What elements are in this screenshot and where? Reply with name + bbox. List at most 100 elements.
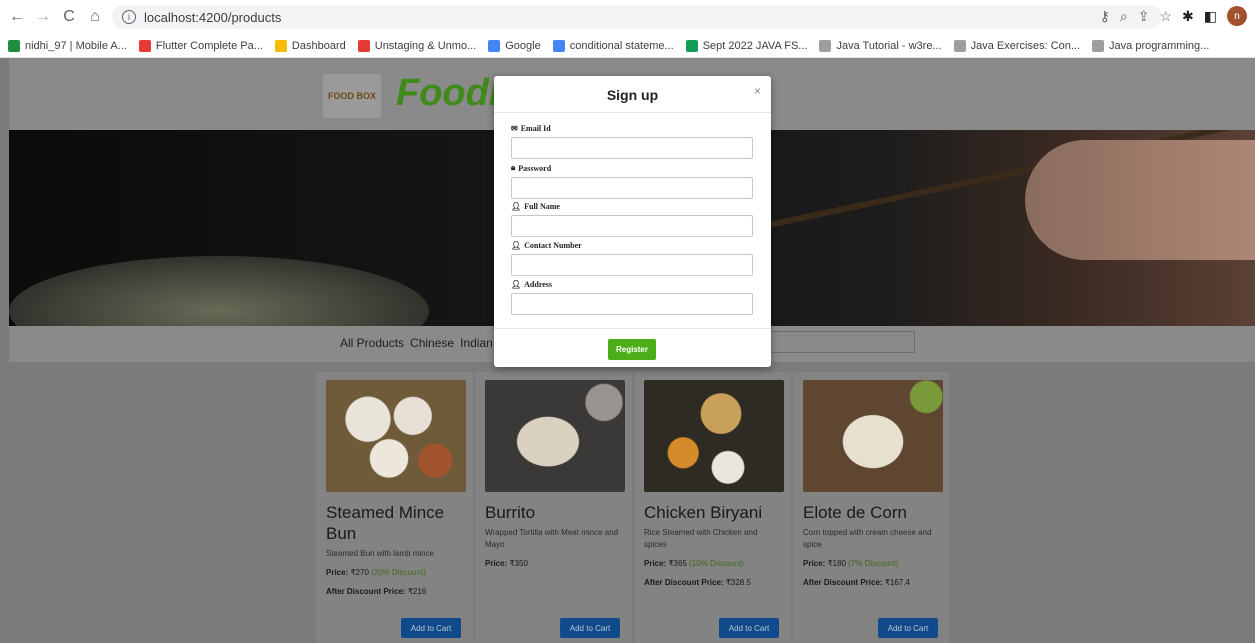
bookmark-item[interactable]: Java Tutorial - w3re... [819,39,942,52]
bookmark-item[interactable]: nidhi_97 | Mobile A... [8,39,127,52]
add-to-cart-button[interactable]: Add to Cart [878,618,938,638]
home-icon[interactable]: ⌂ [84,6,106,28]
bookmark-item[interactable]: Sept 2022 JAVA FS... [685,39,808,52]
contact-number-field[interactable] [511,254,753,276]
bookmark-item[interactable]: Unstaging & Unmo... [357,39,477,52]
product-image [485,380,625,492]
key-icon[interactable]: ⚷ [1100,8,1110,25]
hero-hand-image [1025,140,1255,260]
forward-icon[interactable]: → [32,6,54,28]
register-button[interactable]: Register [608,339,656,360]
product-card: Steamed Mince Bun Steamed Bun with lamb … [316,372,473,643]
address-field[interactable] [511,293,753,315]
back-icon[interactable]: ← [6,6,28,28]
add-to-cart-button[interactable]: Add to Cart [719,618,779,638]
avatar[interactable]: n [1227,6,1247,26]
product-title: Chicken Biryani [644,503,763,522]
browser-toolbar: ← → C ⌂ i localhost:4200/products ⚷ ⌕ ⇪ … [0,0,1255,34]
bookmark-item[interactable]: Flutter Complete Pa... [138,39,263,52]
bookmark-item[interactable]: Dashboard [274,39,346,52]
bookmark-favicon-icon [274,39,287,52]
browser-actions: ⚷ ⌕ ⇪ ☆ ✱ ◧ n [1100,6,1247,26]
signup-modal: Sign up × ✉ Email Id 🔒︎ Password 👤︎ Full Na… [494,76,771,367]
address-field-group: 👤︎ Address [511,280,754,315]
bookmark-favicon-icon [357,39,370,52]
lock-icon: 🔒︎ [511,163,516,172]
user-icon: 👤︎ [511,202,522,211]
modal-footer: Register [494,328,771,367]
product-after-discount: After Discount Price: ₹167.4 [803,578,910,587]
site-info-icon[interactable]: i [122,10,136,24]
site-logo[interactable]: FOOD BOX [323,74,381,118]
bookmark-label: Sept 2022 JAVA FS... [702,39,808,52]
add-to-cart-button[interactable]: Add to Cart [401,618,461,638]
hero-bowl-image [9,256,429,326]
product-description: Corn topped with cream cheese and spice [803,528,932,549]
bookmark-favicon-icon [1092,39,1105,52]
product-description: Rice Steamed with Chicken and spices [644,528,758,549]
filter-indian[interactable]: Indian [460,336,493,350]
email-label: Email Id [520,124,551,133]
filter-chinese[interactable]: Chinese [410,336,454,350]
product-card: Burrito Wrapped Tortilla with Meat mince… [475,372,632,643]
product-card: Chicken Biryani Rice Steamed with Chicke… [634,372,791,643]
bookmark-favicon-icon [953,39,966,52]
bookmark-label: Unstaging & Unmo... [374,39,477,52]
close-icon[interactable]: × [754,84,761,98]
fullname-field[interactable] [511,215,753,237]
product-after-discount: After Discount Price: ₹216 [326,587,427,596]
share-icon[interactable]: ⇪ [1138,8,1150,25]
email-field-group: ✉ Email Id [511,124,754,159]
url-text: localhost:4200/products [144,9,282,25]
reload-icon[interactable]: C [58,6,80,28]
category-filters: All Products Chinese Indian [340,336,493,350]
product-after-discount: After Discount Price: ₹328.5 [644,578,751,587]
product-price: Price: ₹350 [485,559,528,568]
product-description: Steamed Bun with lamb mince [326,549,435,558]
modal-header: Sign up × [494,76,771,113]
address-bar[interactable]: i localhost:4200/products [112,5,1162,29]
envelope-icon: ✉ [511,124,518,133]
bookmark-label: Java programming... [1109,39,1210,52]
product-price: Price: ₹365 (10% Discount) [644,559,744,568]
bookmark-label: conditional stateme... [569,39,674,52]
bookmark-favicon-icon [685,39,698,52]
password-label: Password [518,163,552,173]
email-field[interactable] [511,137,753,159]
add-to-cart-button[interactable]: Add to Cart [560,618,620,638]
bookmark-label: Java Tutorial - w3re... [836,39,942,52]
bookmark-label: Flutter Complete Pa... [155,39,263,52]
fullname-label: Full Name [524,202,560,211]
fullname-field-group: 👤︎ Full Name [511,202,754,237]
password-field-group: 🔒︎ Password [511,163,754,199]
product-image [326,380,466,492]
extensions-icon[interactable]: ✱ [1182,8,1194,25]
contact-label: Contact Number [524,241,582,250]
bookmark-label: Google [505,39,541,52]
bookmark-item[interactable]: conditional stateme... [552,39,674,52]
product-price: Price: ₹270 (20% Discount) [326,568,426,577]
star-icon[interactable]: ☆ [1159,8,1172,25]
bookmark-item[interactable]: Google [488,39,541,52]
product-image [644,380,784,492]
password-field[interactable] [511,177,753,199]
bookmark-favicon-icon [8,39,20,52]
bookmark-favicon-icon [138,39,151,52]
bookmark-favicon-icon [552,39,565,52]
bookmark-item[interactable]: Java programming... [1092,39,1210,52]
bookmarks-bar: nidhi_97 | Mobile A... Flutter Complete P… [0,34,1255,58]
bookmark-label: Dashboard [291,39,346,52]
sidepanel-icon[interactable]: ◧ [1204,8,1217,25]
product-grid: Steamed Mince Bun Steamed Bun with lamb … [316,372,950,643]
product-title: Steamed Mince Bun [326,503,445,543]
user-icon: 👤︎ [511,280,522,289]
product-image [803,380,943,492]
product-price: Price: ₹180 (7% Discount) [803,559,899,568]
bookmark-item[interactable]: Java Exercises: Con... [953,39,1080,52]
contact-field-group: 👤︎ Contact Number [511,241,754,276]
filter-all-products[interactable]: All Products [340,336,404,350]
product-description: Wrapped Tortilla with Meat mince and May… [485,528,619,549]
bookmark-favicon-icon [819,39,832,52]
user-icon: 👤︎ [511,241,522,250]
zoom-icon[interactable]: ⌕ [1120,8,1128,25]
